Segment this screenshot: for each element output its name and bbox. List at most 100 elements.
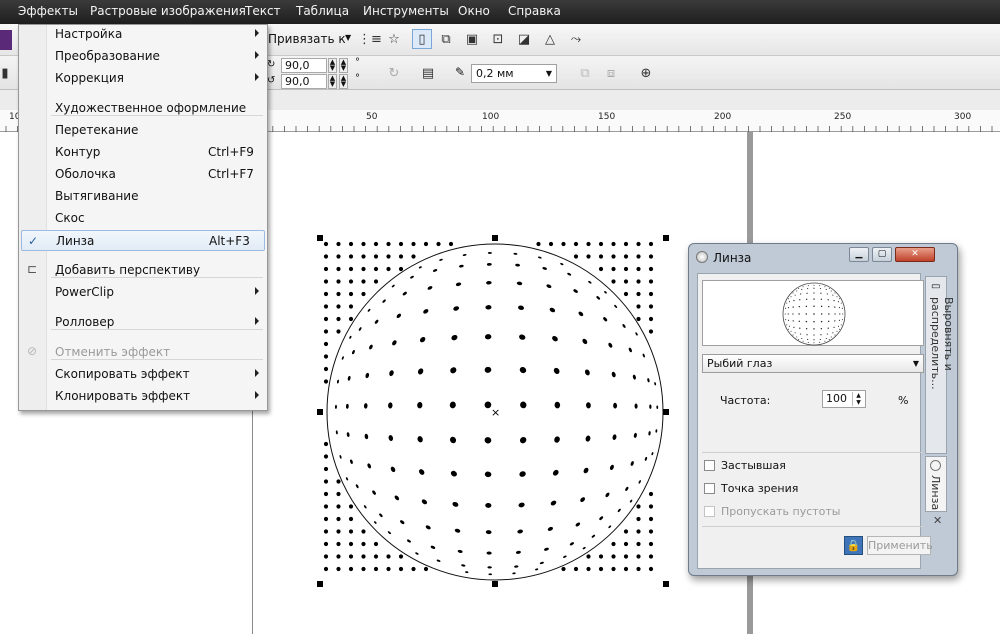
close-icon[interactable]: ✕ — [895, 247, 935, 262]
frame-icon[interactable]: ⊡ — [488, 29, 508, 49]
preview-dot — [820, 292, 822, 294]
snap-grid-icon[interactable]: ⋮≡ — [358, 29, 382, 49]
grid-dot — [323, 354, 329, 359]
menu-item[interactable]: Коррекция — [21, 68, 265, 89]
grid-dot — [361, 291, 366, 297]
menu-item[interactable]: Скос — [21, 208, 265, 229]
lens-type-select[interactable]: Рыбий глаз ▼ — [702, 354, 924, 373]
outline-width-select[interactable]: 0,2 мм ▼ — [471, 64, 557, 83]
target-icon[interactable]: ⊕ — [636, 63, 656, 83]
grid-dot — [586, 254, 591, 259]
grid-dot — [636, 266, 641, 272]
docker-tab-align[interactable]: ▭ Выровнять и распределить... — [925, 276, 955, 454]
paste-props-icon[interactable]: ⧈ — [601, 63, 621, 83]
lens-dot — [630, 461, 634, 466]
menu-item[interactable]: Добавить перспективу ⊏ — [21, 260, 265, 281]
grid-dot — [336, 491, 341, 497]
frequency-stepper[interactable]: ▲ ▼ — [852, 392, 864, 406]
copy-props-icon[interactable]: ⧉ — [575, 63, 595, 83]
menu-item[interactable]: Контур Ctrl+F9 — [21, 142, 265, 163]
grid-dot — [648, 491, 654, 497]
rotation-top-input[interactable]: 90,0 — [281, 58, 327, 73]
menu-item[interactable]: Оболочка Ctrl+F7 — [21, 164, 265, 185]
minimize-icon[interactable]: ▁ — [849, 247, 869, 262]
menubar-item[interactable]: Растровые изображения — [90, 4, 246, 18]
group-icon[interactable]: ⧉ — [436, 29, 456, 49]
combine-icon[interactable]: ▣ — [462, 29, 482, 49]
lens-dot — [625, 486, 629, 491]
snap-dropdown-arrow-icon[interactable]: ▼ — [345, 33, 351, 42]
menubar-item[interactable]: Эффекты — [18, 4, 78, 18]
outline-width-value: 0,2 мм — [476, 67, 514, 80]
menu-item-label: Линза — [56, 234, 95, 248]
refresh-icon[interactable]: ↻ — [384, 63, 404, 83]
lock-icon[interactable]: 🔒 — [844, 536, 863, 555]
rotation-top-stepper-2[interactable]: ▲ ▼ — [339, 58, 348, 73]
snap-to-label[interactable]: Привязать к — [268, 32, 346, 46]
preview-dot — [836, 330, 838, 332]
grid-dot — [336, 316, 341, 322]
menubar-item[interactable]: Текст — [245, 4, 281, 18]
preview-dot — [801, 288, 803, 291]
lens-dot — [374, 319, 379, 324]
divider — [702, 452, 924, 453]
preview-dot — [790, 330, 792, 332]
docker-tab-lens[interactable]: Линза — [925, 456, 947, 512]
menubar-item[interactable]: Инструменты — [363, 4, 449, 18]
preview-dot — [838, 307, 841, 309]
menu-item[interactable]: Линза Alt+F3 ✓ — [21, 230, 265, 251]
lens-dot — [410, 275, 414, 279]
grid-dot — [336, 329, 341, 334]
grid-dot — [573, 241, 579, 247]
menu-item[interactable]: Скопировать эффект — [21, 364, 265, 385]
rotation-bottom-input[interactable]: 90,0 — [281, 74, 327, 89]
frequency-input[interactable]: 100 ▲ ▼ — [822, 390, 866, 408]
menu-item[interactable]: Вытягивание — [21, 186, 265, 207]
menu-item[interactable]: Преобразование — [21, 46, 265, 67]
align-icon[interactable]: ▤ — [418, 63, 438, 83]
pen-tool-icon[interactable]: ⤳ — [566, 29, 586, 49]
remove-face-checkbox[interactable] — [704, 506, 715, 517]
preview-dot — [824, 340, 826, 342]
maximize-icon[interactable]: ▢ — [872, 247, 892, 262]
ruler-label: 100 — [482, 112, 500, 122]
preview-dot — [836, 296, 838, 298]
preview-dot — [834, 320, 836, 322]
lens-dot — [341, 356, 344, 360]
menu-item[interactable]: Перетекание — [21, 120, 265, 141]
preview-dot — [842, 313, 844, 315]
menu-item[interactable]: Отменить эффект ⊘ — [21, 342, 265, 363]
menu-item[interactable]: Настройка — [21, 24, 265, 45]
menu-item[interactable]: Клонировать эффект — [21, 386, 265, 407]
checkmark-icon: ✓ — [28, 234, 39, 248]
grid-dot — [561, 241, 566, 247]
rotation-bottom-stepper-2[interactable]: ▲ ▼ — [339, 74, 348, 89]
grid-dot — [586, 566, 591, 572]
preview-dot — [788, 301, 791, 303]
document-icon[interactable]: ▯ — [412, 29, 432, 49]
rotation-bottom-stepper[interactable]: ▲ ▼ — [328, 74, 337, 89]
lens-dot — [614, 304, 618, 308]
triangle-guide-icon[interactable]: △ — [540, 29, 560, 49]
selection-handle — [317, 235, 323, 241]
star-icon[interactable]: ☆ — [384, 29, 404, 49]
rotation-top-stepper[interactable]: ▲ ▼ — [328, 58, 337, 73]
menubar-item[interactable]: Справка — [508, 4, 561, 18]
viewpoint-checkbox[interactable] — [704, 483, 715, 494]
grid-dot — [448, 241, 454, 247]
lens-dot — [436, 559, 441, 562]
frozen-checkbox[interactable] — [704, 460, 715, 471]
lens-dot — [550, 500, 557, 506]
menubar-item[interactable]: Окно — [458, 4, 490, 18]
apply-button[interactable]: Применить — [867, 536, 933, 555]
grid-dot — [586, 241, 591, 247]
preview-dot — [807, 285, 809, 287]
node-icon[interactable]: ◪ — [514, 29, 534, 49]
menu-item[interactable]: Ролловер — [21, 312, 265, 333]
lens-dot — [485, 503, 492, 508]
menu-item[interactable]: PowerClip — [21, 282, 265, 303]
menu-item[interactable]: Художественное оформление — [21, 98, 265, 119]
menubar-item[interactable]: Таблица — [296, 4, 349, 18]
docker-close-icon[interactable]: ✕ — [933, 514, 942, 527]
grid-dot — [648, 504, 654, 509]
